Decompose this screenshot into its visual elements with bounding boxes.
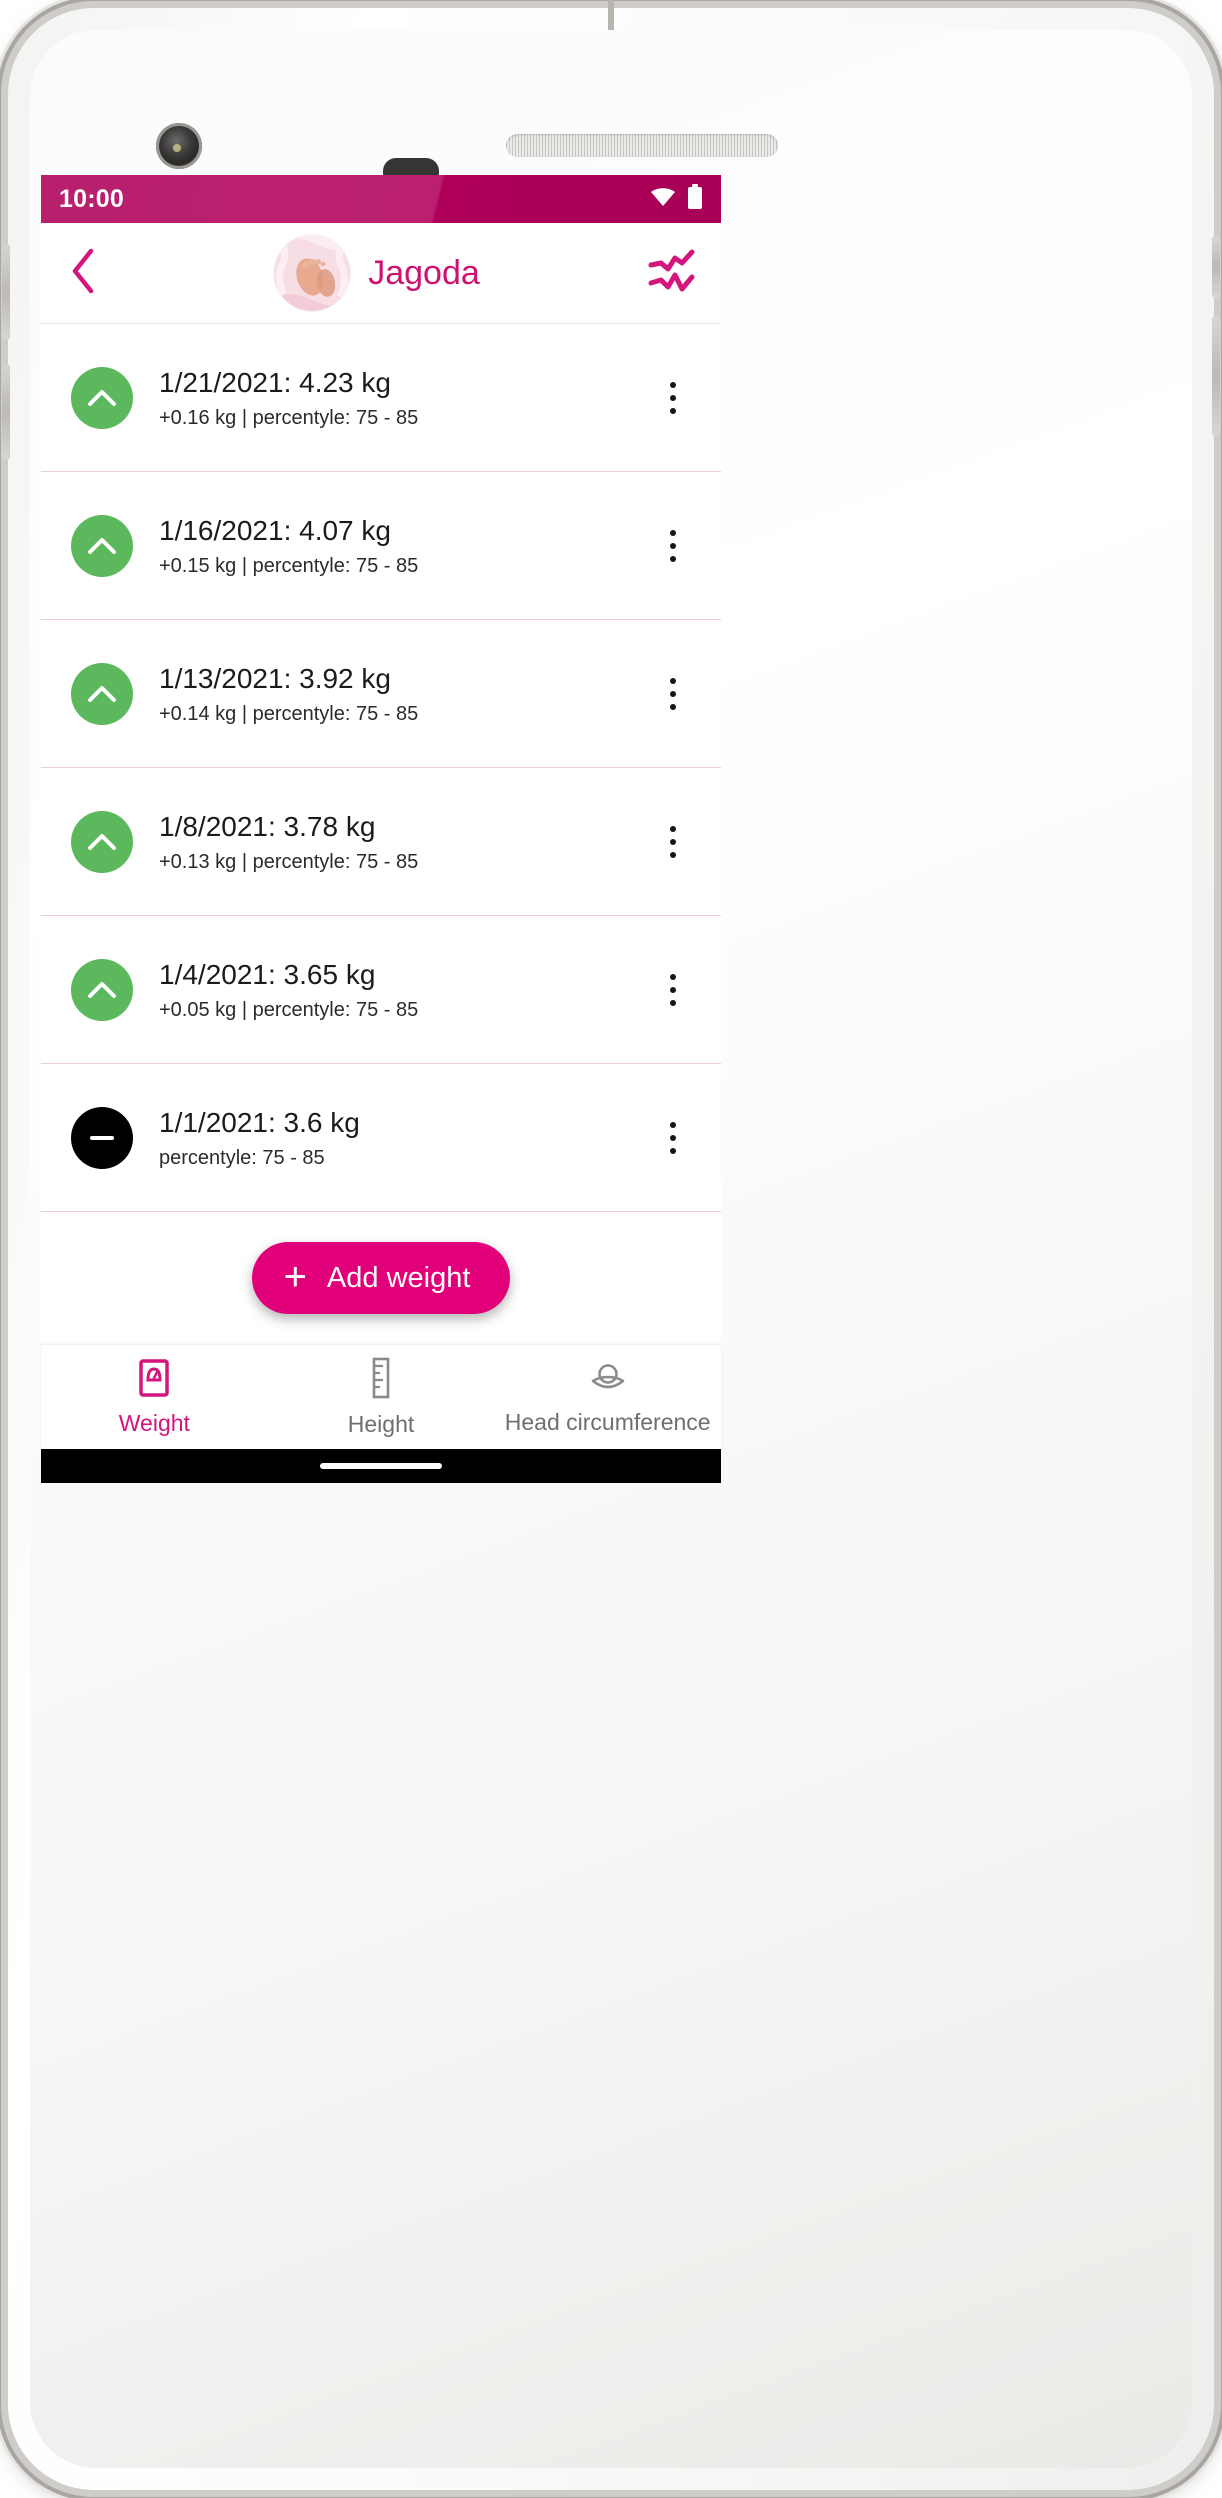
kebab-menu-icon[interactable] [647, 1102, 699, 1174]
add-weight-button[interactable]: + Add weight [251, 1242, 511, 1314]
plus-icon: + [283, 1254, 307, 1299]
measurement-list: 1/21/2021: 4.23 kg +0.16 kg | percentyle… [41, 323, 721, 1212]
row-title: 1/4/2021: 3.65 kg [159, 959, 376, 990]
row-text: 1/13/2021: 3.92 kg +0.14 kg | percentyle… [159, 661, 647, 726]
row-title: 1/1/2021: 3.6 kg [159, 1107, 360, 1138]
status-bar: 10:00 [41, 175, 721, 223]
tab-weight-label: Weight [118, 1409, 190, 1436]
status-time: 10:00 [59, 184, 124, 213]
back-button[interactable] [41, 247, 125, 300]
status-icons [649, 183, 703, 215]
kebab-menu-icon[interactable] [647, 658, 699, 730]
trend-badge-up [71, 662, 133, 725]
phone-screen: 10:00 Jagoda 1/21/2021: 4.23 kg +0.16 kg… [41, 175, 721, 1483]
left-button-lower[interactable] [2, 364, 10, 460]
trend-badge-up [71, 958, 133, 1021]
table-row[interactable]: 1/4/2021: 3.65 kg +0.05 kg | percentyle:… [41, 916, 721, 1064]
tab-height[interactable]: Height [268, 1357, 495, 1438]
head-icon [589, 1359, 627, 1402]
row-text: 1/1/2021: 3.6 kg percentyle: 75 - 85 [159, 1105, 647, 1170]
row-subtitle: +0.13 kg | percentyle: 75 - 85 [159, 851, 419, 873]
gesture-navigation-bar [41, 1449, 721, 1483]
scale-icon [138, 1358, 170, 1403]
home-indicator[interactable] [320, 1463, 442, 1469]
tab-head-circumference[interactable]: Head circumference [494, 1359, 721, 1436]
row-subtitle: +0.16 kg | percentyle: 75 - 85 [159, 407, 419, 429]
row-title: 1/21/2021: 4.23 kg [159, 367, 391, 398]
page-title: Jagoda [368, 253, 480, 292]
ruler-icon [369, 1357, 393, 1404]
row-text: 1/16/2021: 4.07 kg +0.15 kg | percentyle… [159, 513, 647, 578]
chevron-left-icon [68, 247, 98, 300]
table-row[interactable]: 1/21/2021: 4.23 kg +0.16 kg | percentyle… [41, 324, 721, 472]
table-row[interactable]: 1/16/2021: 4.07 kg +0.15 kg | percentyle… [41, 472, 721, 620]
kebab-menu-icon[interactable] [647, 362, 699, 434]
power-button[interactable] [1212, 236, 1220, 298]
fab-area: + Add weight [41, 1212, 721, 1344]
trend-badge-flat [71, 1106, 133, 1169]
kebab-menu-icon[interactable] [647, 954, 699, 1026]
volume-button[interactable] [1212, 316, 1220, 436]
front-camera-icon [156, 123, 202, 169]
table-row[interactable]: 1/13/2021: 3.92 kg +0.14 kg | percentyle… [41, 620, 721, 768]
battery-full-icon [687, 183, 703, 215]
app-bar: Jagoda [41, 223, 721, 323]
trend-badge-up [71, 810, 133, 873]
row-text: 1/8/2021: 3.78 kg +0.13 kg | percentyle:… [159, 809, 647, 874]
antenna-line [608, 0, 614, 30]
bottom-navigation: Weight Height Head circumference [41, 1344, 721, 1449]
row-title: 1/8/2021: 3.78 kg [159, 811, 376, 842]
growth-chart-button[interactable] [629, 249, 721, 298]
row-subtitle: +0.15 kg | percentyle: 75 - 85 [159, 555, 419, 577]
row-title: 1/16/2021: 4.07 kg [159, 515, 391, 546]
row-subtitle: +0.05 kg | percentyle: 75 - 85 [159, 999, 419, 1021]
trend-badge-up [71, 366, 133, 429]
tab-height-label: Height [347, 1410, 415, 1437]
table-row[interactable]: 1/8/2021: 3.78 kg +0.13 kg | percentyle:… [41, 768, 721, 916]
growth-chart-icon [648, 249, 702, 298]
row-text: 1/21/2021: 4.23 kg +0.16 kg | percentyle… [159, 365, 647, 430]
earpiece-speaker [506, 134, 778, 157]
wifi-icon [649, 186, 677, 213]
avatar[interactable] [274, 235, 351, 311]
kebab-menu-icon[interactable] [647, 510, 699, 582]
tab-head-circumference-label: Head circumference [504, 1408, 711, 1435]
app-bar-center: Jagoda [125, 235, 629, 311]
row-title: 1/13/2021: 3.92 kg [159, 663, 391, 694]
row-text: 1/4/2021: 3.65 kg +0.05 kg | percentyle:… [159, 957, 647, 1022]
add-weight-label: Add weight [326, 1261, 471, 1294]
left-button-upper[interactable] [2, 244, 10, 340]
trend-badge-up [71, 514, 133, 577]
row-subtitle: percentyle: 75 - 85 [159, 1147, 325, 1169]
row-subtitle: +0.14 kg | percentyle: 75 - 85 [159, 703, 419, 725]
table-row[interactable]: 1/1/2021: 3.6 kg percentyle: 75 - 85 [41, 1064, 721, 1212]
tab-weight[interactable]: Weight [41, 1358, 268, 1437]
kebab-menu-icon[interactable] [647, 806, 699, 878]
